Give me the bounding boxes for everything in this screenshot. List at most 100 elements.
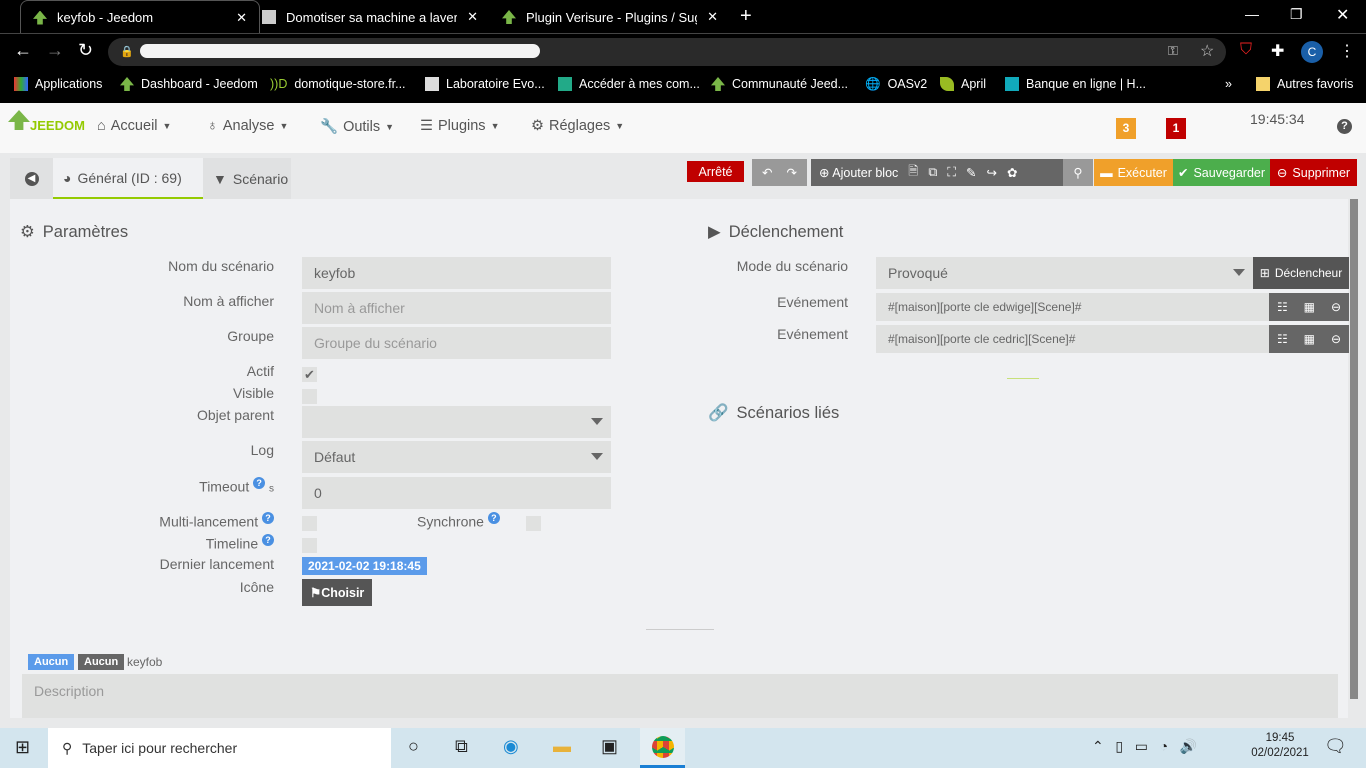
tab-scenario[interactable]: ▼ Scénario — [203, 158, 291, 199]
more-bookmarks[interactable]: » — [1225, 70, 1232, 98]
timeline-checkbox[interactable] — [302, 538, 317, 553]
visible-checkbox[interactable] — [302, 389, 317, 404]
active-checkbox[interactable]: ✔ — [302, 367, 317, 382]
jeedom-navbar — [0, 103, 1366, 153]
store-icon[interactable]: ▣ — [601, 736, 618, 757]
group-input[interactable]: Groupe du scénario — [302, 327, 611, 359]
event-input[interactable]: #[maison][porte cle cedric][Scene]# — [876, 325, 1269, 353]
close-tab-icon[interactable]: ✕ — [467, 9, 478, 25]
add-block-button[interactable]: ⊕ Ajouter bloc — [819, 165, 898, 180]
back-icon[interactable]: ← — [14, 40, 32, 61]
copy-icon[interactable]: ⧉ — [928, 165, 937, 180]
undo-icon[interactable]: ↶ — [762, 165, 772, 180]
shield-extension-icon[interactable]: ⛉ — [1240, 41, 1252, 59]
close-window-icon[interactable]: ✕ — [1336, 5, 1349, 25]
share-icon[interactable]: ↪ — [987, 165, 997, 180]
lab-icon — [425, 77, 439, 91]
key-icon[interactable]: ⚿ — [1168, 43, 1178, 59]
chrome-taskbar-button[interactable] — [640, 728, 685, 768]
minimize-icon[interactable]: — — [1245, 6, 1259, 22]
restore-icon[interactable]: ❐ — [1290, 6, 1303, 23]
log-select[interactable]: Défaut — [302, 441, 611, 473]
menu-outils[interactable]: 🔧 Outils ▼ — [320, 118, 394, 136]
cortana-icon[interactable]: ○ — [408, 736, 419, 757]
forward-icon[interactable]: → — [46, 40, 64, 61]
jeedom-logo[interactable]: JEEDOM — [8, 110, 85, 133]
menu-icon[interactable]: ⋮ — [1339, 41, 1355, 61]
redo-icon[interactable]: ↷ — [787, 165, 797, 180]
bookmark[interactable]: Dashboard - Jeedom — [120, 70, 258, 98]
windows-start-icon[interactable]: ⊞ — [15, 737, 30, 758]
save-button[interactable]: ✔ Sauvegarder — [1173, 159, 1270, 186]
home-icon: ⌂ — [97, 118, 106, 134]
badge-red[interactable]: 1 — [1166, 118, 1186, 139]
calculator-icon[interactable]: ▦ — [1304, 300, 1315, 314]
bookmark[interactable]: 🌐 OASv2 — [865, 70, 927, 98]
choose-icon-button[interactable]: ⚑Choisir — [302, 579, 373, 606]
list-icon[interactable]: ☷ — [1277, 332, 1288, 346]
bookmark-apps[interactable]: Applications — [14, 70, 102, 98]
users-cog-icon: ⚙ — [20, 223, 35, 241]
taskbar-search[interactable]: ⚲ Taper ici pour rechercher — [48, 728, 391, 768]
menu-analyse[interactable]: ♁ Analyse ▼ — [207, 118, 288, 134]
bank-icon — [558, 77, 572, 91]
caret-down-icon — [1233, 269, 1245, 276]
delete-button[interactable]: ⊖ Supprimer — [1270, 159, 1357, 186]
browser-tab-active[interactable]: keyfob - Jeedom ✕ — [20, 0, 260, 34]
search-icon[interactable]: ⚲ — [1063, 159, 1093, 186]
execute-button[interactable]: ▬ Exécuter — [1094, 159, 1173, 186]
scenario-name-input[interactable]: keyfob — [302, 257, 611, 289]
bookmark[interactable]: ))D domotique-store.fr... — [270, 70, 406, 98]
remove-icon[interactable]: ⊖ — [1331, 300, 1341, 314]
fullscreen-icon[interactable]: ⛶ — [947, 165, 956, 180]
event-input[interactable]: #[maison][porte cle edwige][Scene]# — [876, 293, 1269, 321]
back-button[interactable]: ◀ — [10, 158, 53, 199]
sync-checkbox[interactable] — [526, 516, 541, 531]
log-icon[interactable]: 🗎 — [908, 162, 918, 183]
badge-orange[interactable]: 3 — [1116, 118, 1136, 139]
parent-object-select[interactable] — [302, 406, 611, 438]
bookmark[interactable]: Banque en ligne | H... — [1005, 70, 1146, 98]
close-tab-icon[interactable]: ✕ — [707, 9, 718, 25]
label: Evénement — [777, 326, 848, 342]
domotique-icon: ))D — [270, 77, 288, 91]
edge-icon[interactable]: ◉ — [503, 736, 519, 757]
other-bookmarks[interactable]: Autres favoris — [1256, 70, 1353, 98]
tab-general[interactable]: ◕ Général (ID : 69) — [53, 158, 203, 199]
description-textarea[interactable]: Description — [22, 674, 1338, 718]
list-icon[interactable]: ☷ — [1277, 300, 1288, 314]
display-name-input[interactable]: Nom à afficher — [302, 292, 611, 324]
new-tab-icon[interactable]: + — [740, 5, 752, 28]
menu-plugins[interactable]: ☰ Plugins ▼ — [420, 118, 499, 134]
menu-reglages[interactable]: ⚙ Réglages ▼ — [531, 118, 624, 134]
bookmark[interactable]: April — [940, 70, 986, 98]
extensions-icon[interactable]: ✚ — [1271, 41, 1284, 61]
file-explorer-icon[interactable]: ▬ — [553, 736, 571, 757]
jeedom-icon — [120, 77, 134, 91]
timeout-input[interactable]: 0 — [302, 477, 611, 509]
menu-accueil[interactable]: ⌂ Accueil ▼ — [97, 118, 171, 134]
bookmark[interactable]: Communauté Jeed... — [711, 70, 848, 98]
browser-tab[interactable]: Domotiser sa machine a laver via✕ — [250, 0, 490, 34]
template-icon[interactable]: ✿ — [1007, 165, 1017, 180]
bookmark[interactable]: Accéder à mes com... — [558, 70, 700, 98]
help-icon: ? — [262, 534, 274, 546]
edit-icon[interactable]: ✎ — [966, 165, 976, 180]
add-trigger-button[interactable]: ⊞ Déclencheur — [1253, 257, 1349, 289]
scrollbar[interactable] — [1350, 199, 1358, 699]
browser-tab[interactable]: Plugin Verisure - Plugins / Sugge ✕ — [490, 0, 730, 34]
task-view-icon[interactable]: ⧉ — [455, 736, 468, 757]
calculator-icon[interactable]: ▦ — [1304, 332, 1315, 346]
star-icon[interactable]: ☆ — [1200, 41, 1214, 61]
multi-launch-checkbox[interactable] — [302, 516, 317, 531]
mode-select[interactable]: Provoqué — [876, 257, 1253, 289]
tray-icons[interactable]: ⌃ ▯ ▭ ◔ 🔊 — [1092, 738, 1197, 755]
remove-icon[interactable]: ⊖ — [1331, 332, 1341, 346]
reload-icon[interactable]: ↻ — [78, 40, 93, 61]
notifications-icon[interactable]: 🗨 — [1324, 736, 1347, 757]
tray-clock[interactable]: 19:45 02/02/2021 — [1250, 732, 1310, 759]
help-icon[interactable]: ? — [1337, 119, 1352, 134]
profile-avatar[interactable]: C — [1301, 41, 1323, 63]
close-tab-icon[interactable]: ✕ — [236, 10, 247, 26]
bookmark[interactable]: Laboratoire Evo... — [425, 70, 545, 98]
